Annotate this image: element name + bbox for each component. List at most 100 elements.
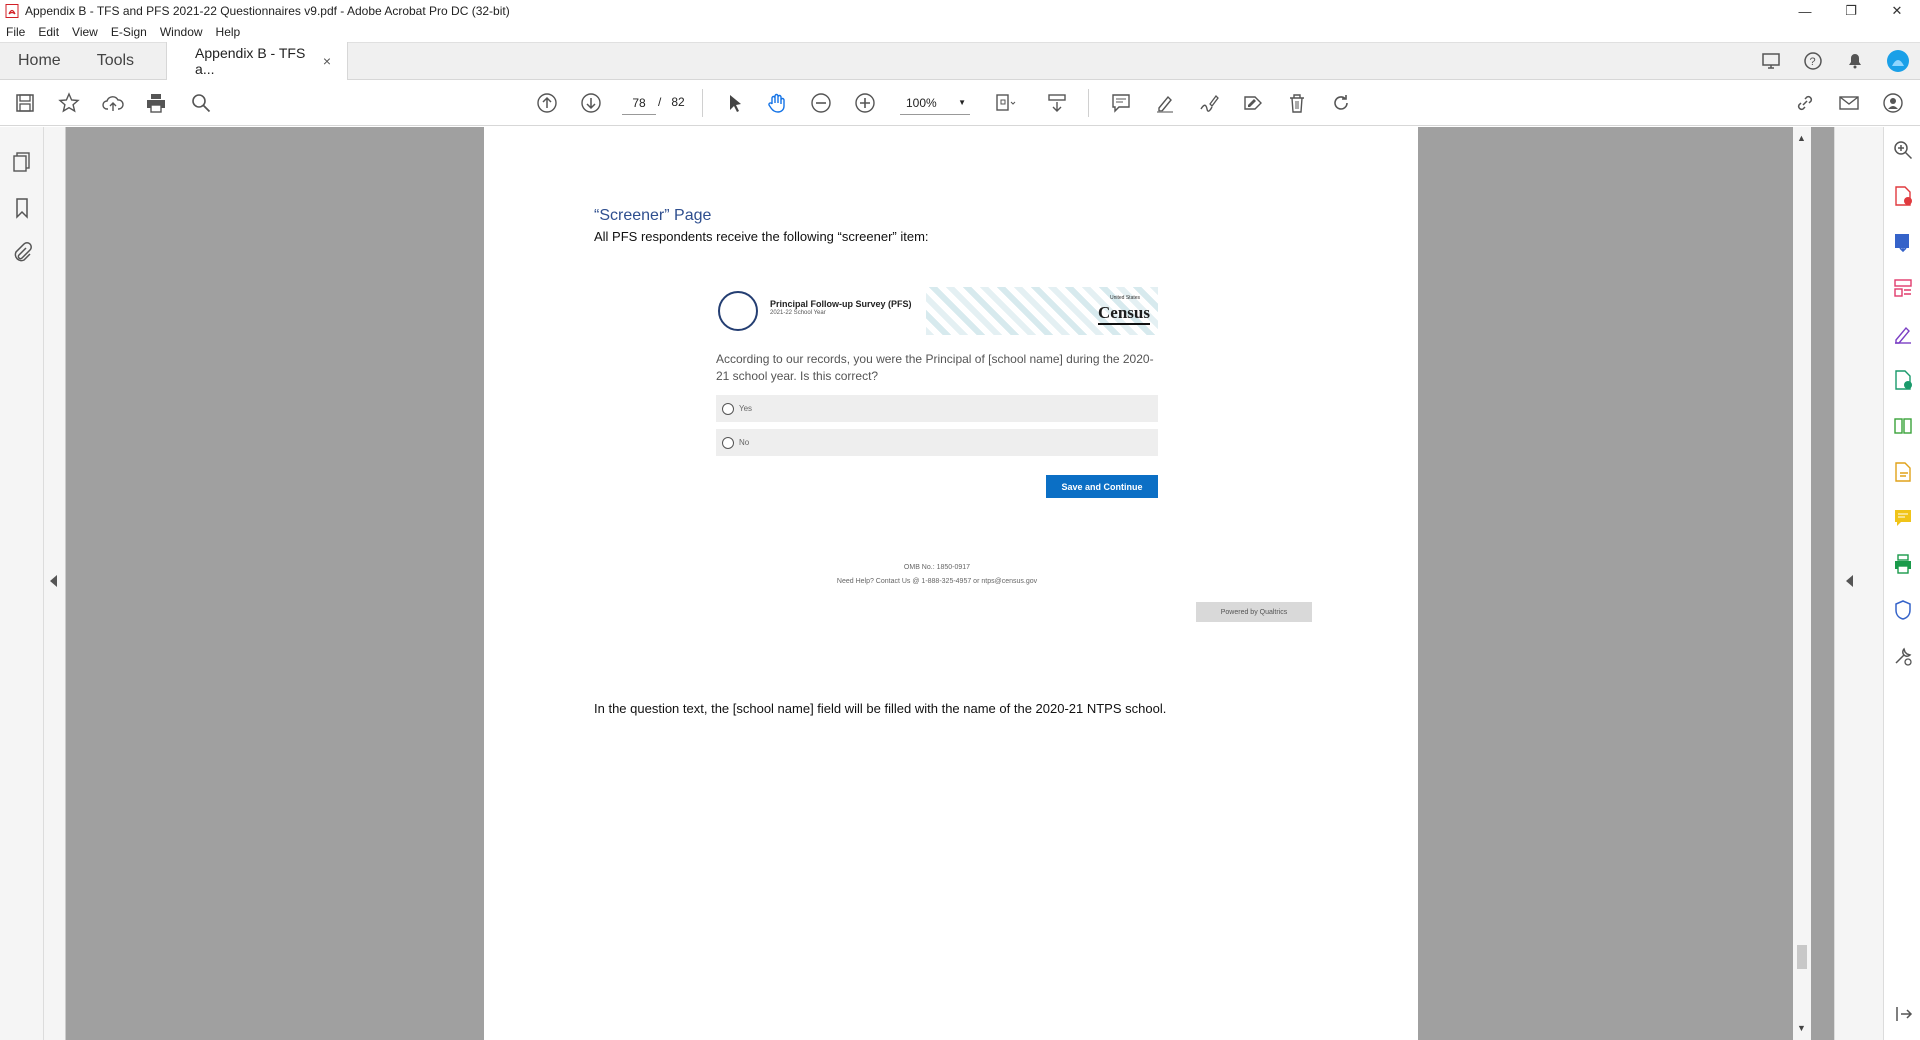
user-avatar-icon[interactable] (1886, 49, 1910, 73)
help-contact: Need Help? Contact Us @ 1-888-325-4957 o… (836, 578, 1038, 585)
menu-esign[interactable]: E-Sign (111, 25, 147, 39)
scroll-up-icon[interactable]: ▲ (1797, 133, 1806, 143)
print-production-icon[interactable] (1892, 553, 1914, 575)
acrobat-app-icon (5, 4, 19, 18)
page-separator: / (658, 95, 662, 109)
omb-number: OMB No.: 1850-0917 (903, 564, 971, 571)
notifications-bell-icon[interactable] (1844, 50, 1866, 72)
menu-view[interactable]: View (72, 25, 98, 39)
zoom-level-dropdown[interactable]: 100% ▼ (900, 91, 970, 115)
page-heading: “Screener” Page (594, 207, 712, 224)
tab-bar: Home Tools Appendix B - TFS a... × ? (0, 42, 1920, 80)
save-continue-image-button: Save and Continue (1046, 475, 1158, 498)
collapse-right-arrow-icon[interactable] (1846, 575, 1853, 587)
document-tab-label: Appendix B - TFS a... (195, 45, 306, 77)
left-collapse-strip[interactable] (44, 127, 66, 1040)
option-yes: Yes (716, 395, 1158, 422)
collapse-panel-icon[interactable] (1892, 1003, 1914, 1025)
page-thumbnails-icon[interactable] (11, 151, 33, 173)
menu-help[interactable]: Help (216, 25, 241, 39)
organize-pages-icon[interactable] (1892, 277, 1914, 299)
right-tool-icons (1883, 127, 1920, 1040)
add-person-icon[interactable] (1880, 90, 1906, 116)
page-fit-icon[interactable] (992, 90, 1018, 116)
share-screen-icon[interactable] (1760, 50, 1782, 72)
tab-document[interactable]: Appendix B - TFS a... × (166, 42, 349, 80)
bookmark-star-icon[interactable] (56, 90, 82, 116)
department-seal-icon (718, 291, 758, 331)
draw-signature-icon[interactable] (1196, 90, 1222, 116)
page-total: 82 (671, 95, 685, 109)
scroll-mode-icon[interactable] (1044, 90, 1070, 116)
upload-cloud-icon[interactable] (100, 90, 126, 116)
fill-sign-tool-icon[interactable] (1892, 323, 1914, 345)
scan-ocr-icon[interactable] (1892, 461, 1914, 483)
zoom-in-icon[interactable] (852, 90, 878, 116)
census-logo-top: United States (1110, 295, 1141, 301)
document-viewer[interactable]: “Screener” Page All PFS respondents rece… (44, 127, 1834, 1040)
scroll-down-icon[interactable]: ▼ (1797, 1023, 1806, 1033)
acrobat-window: Appendix B - TFS and PFS 2021-22 Questio… (0, 0, 1920, 1040)
minimize-button[interactable]: — (1782, 0, 1828, 22)
more-tools-icon[interactable] (1892, 645, 1914, 667)
right-tools-pane (1834, 127, 1920, 1040)
close-tab-button[interactable]: × (323, 53, 331, 69)
menu-edit[interactable]: Edit (38, 25, 59, 39)
title-bar: Appendix B - TFS and PFS 2021-22 Questio… (0, 0, 1920, 22)
powered-by-badge: Powered by Qualtrics (1196, 602, 1312, 622)
survey-title: Principal Follow-up Survey (PFS) (770, 299, 912, 309)
edit-pdf-icon[interactable] (1892, 369, 1914, 391)
option-no: No (716, 429, 1158, 456)
select-cursor-icon[interactable] (722, 90, 748, 116)
email-envelope-icon[interactable] (1836, 90, 1862, 116)
hand-tool-icon[interactable] (764, 90, 790, 116)
close-window-button[interactable]: ✕ (1874, 0, 1920, 22)
survey-header: Principal Follow-up Survey (PFS) 2021-22… (716, 285, 1158, 339)
comment-tool-icon[interactable] (1892, 507, 1914, 529)
fill-sign-icon[interactable] (1240, 90, 1266, 116)
intro-text: All PFS respondents receive the followin… (594, 229, 929, 244)
compare-files-icon[interactable] (1892, 415, 1914, 437)
share-link-icon[interactable] (1792, 90, 1818, 116)
toolbar-divider (1088, 89, 1089, 117)
zoom-value: 100% (906, 95, 937, 110)
highlight-pen-icon[interactable] (1152, 90, 1178, 116)
survey-question: According to our records, you were the P… (716, 352, 1154, 383)
census-logo: Census (1098, 303, 1150, 325)
tabbar-right-icons: ? (1760, 49, 1920, 73)
page-number-input[interactable]: 78 (622, 91, 656, 115)
zoom-out-icon[interactable] (808, 90, 834, 116)
export-pdf-icon[interactable] (1892, 231, 1914, 253)
expand-left-arrow-icon[interactable] (50, 575, 57, 587)
print-icon[interactable] (143, 90, 169, 116)
delete-trash-icon[interactable] (1284, 90, 1310, 116)
previous-page-icon[interactable] (534, 90, 560, 116)
tab-tools[interactable]: Tools (79, 43, 152, 80)
help-icon[interactable]: ? (1802, 50, 1824, 72)
footer-note: In the question text, the [school name] … (594, 701, 1167, 716)
radio-no-icon (722, 436, 734, 449)
toolbar-divider (702, 89, 703, 117)
attachments-paperclip-icon[interactable] (11, 241, 33, 263)
window-title: Appendix B - TFS and PFS 2021-22 Questio… (25, 4, 510, 18)
next-page-icon[interactable] (578, 90, 604, 116)
zoom-search-icon[interactable] (188, 90, 214, 116)
zoom-icon[interactable] (1892, 139, 1914, 161)
create-pdf-icon[interactable] (1892, 185, 1914, 207)
menu-window[interactable]: Window (160, 25, 203, 39)
protect-shield-icon[interactable] (1892, 599, 1914, 621)
survey-subtitle: 2021-22 School Year (770, 310, 826, 316)
bookmarks-icon[interactable] (11, 197, 33, 219)
option-no-label: No (739, 438, 750, 447)
save-icon[interactable] (12, 90, 38, 116)
scrollbar-thumb[interactable] (1797, 945, 1807, 969)
restore-button[interactable]: ❐ (1828, 0, 1874, 22)
chevron-down-icon: ▼ (958, 98, 966, 107)
pdf-page: “Screener” Page All PFS respondents rece… (484, 127, 1418, 1040)
add-comment-icon[interactable] (1108, 90, 1134, 116)
tab-home[interactable]: Home (0, 43, 79, 80)
vertical-scrollbar[interactable]: ▲ ▼ (1793, 127, 1811, 1040)
rotate-icon[interactable] (1328, 90, 1354, 116)
menu-bar: File Edit View E-Sign Window Help (0, 22, 1920, 42)
menu-file[interactable]: File (6, 25, 25, 39)
